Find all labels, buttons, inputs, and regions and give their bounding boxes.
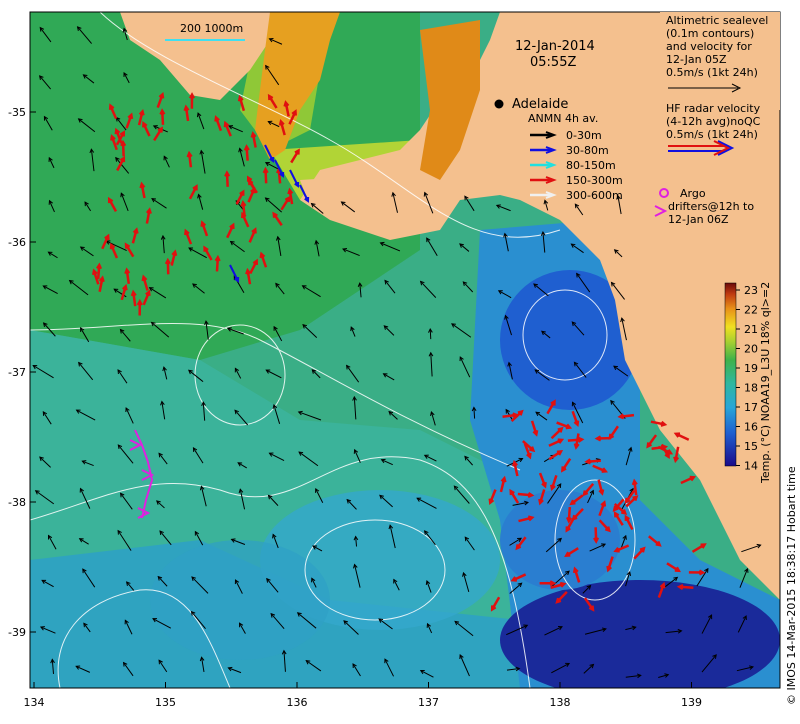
y-tick-label: -36: [8, 236, 26, 249]
colorbar-tick-label: 23: [744, 284, 758, 297]
x-tick-label: 139: [681, 696, 702, 709]
colorbar-tick-label: 16: [744, 421, 758, 434]
anmn-legend-label: 150-300m: [566, 174, 623, 187]
colorbar-tick-label: 17: [744, 401, 758, 414]
svg-text:ANMN 4h av.: ANMN 4h av.: [528, 112, 598, 125]
x-tick-label: 135: [155, 696, 176, 709]
svg-text:12-Jan 06Z: 12-Jan 06Z: [668, 213, 729, 226]
svg-text:drifters@12h to: drifters@12h to: [668, 200, 754, 213]
svg-text:(0.1m contours): (0.1m contours): [666, 27, 754, 40]
credit-label: © IMOS 14-Mar-2015 18:38:17 Hobart time: [785, 466, 798, 705]
svg-text:and velocity for: and velocity for: [666, 40, 752, 53]
anmn-legend-label: 80-150m: [566, 159, 616, 172]
colorbar-tick-label: 21: [744, 323, 758, 336]
colorbar-tick-label: 14: [744, 460, 758, 473]
colorbar-tick-label: 19: [744, 362, 758, 375]
svg-text:0.5m/s (1kt 24h): 0.5m/s (1kt 24h): [666, 128, 758, 141]
y-tick-label: -37: [8, 366, 26, 379]
legend-altimetry: Altimetric sealevel (0.1m contours) and …: [660, 12, 780, 110]
svg-text:Argo: Argo: [680, 187, 706, 200]
date-label: 12-Jan-2014: [515, 39, 595, 54]
colorbar-tick-label: 22: [744, 304, 758, 317]
y-tick-label: -38: [8, 496, 26, 509]
svg-text:Altimetric sealevel: Altimetric sealevel: [666, 14, 768, 27]
time-label: 05:55Z: [530, 55, 576, 70]
city-label: Adelaide: [512, 97, 568, 112]
anmn-legend-label: 30-80m: [566, 144, 609, 157]
y-tick-label: -35: [8, 106, 26, 119]
colorbar-tick-label: 15: [744, 440, 758, 453]
anmn-legend-label: 300-600m: [566, 189, 623, 202]
colorbar-label: Temp. (°C) NOAA19_L3U 18% ql>=2: [759, 282, 772, 484]
svg-text:HF radar velocity: HF radar velocity: [666, 102, 761, 115]
x-tick-label: 138: [550, 696, 571, 709]
x-tick-label: 136: [287, 696, 308, 709]
svg-text:0.5m/s (1kt 24h): 0.5m/s (1kt 24h): [666, 66, 758, 79]
colorbar-tick-label: 18: [744, 382, 758, 395]
svg-text:200 1000m: 200 1000m: [180, 22, 243, 35]
x-tick-label: 134: [24, 696, 45, 709]
svg-text:12-Jan 05Z: 12-Jan 05Z: [666, 53, 727, 66]
x-tick-label: 137: [418, 696, 439, 709]
y-tick-label: -39: [8, 626, 26, 639]
anmn-legend-label: 0-30m: [566, 129, 602, 142]
svg-text:(4-12h avg)noQC: (4-12h avg)noQC: [666, 115, 761, 128]
adelaide-marker: [495, 100, 504, 109]
sst-map-figure: 134 135 136 137 138 139 -35 -36 -37 -38 -39 200 1…: [0, 0, 800, 720]
colorbar-tick-label: 20: [744, 343, 758, 356]
